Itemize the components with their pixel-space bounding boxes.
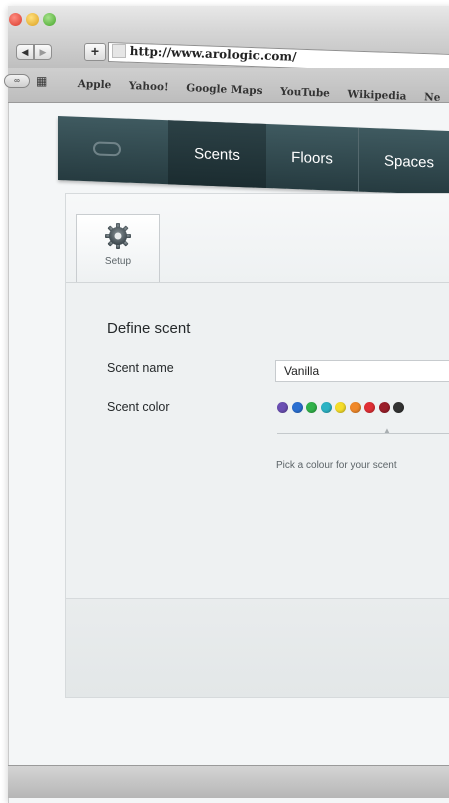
browser-bottom-bar xyxy=(8,765,449,798)
bookmark-youtube[interactable]: YouTube xyxy=(280,86,330,100)
app-logo[interactable] xyxy=(58,116,168,184)
color-picker-rule xyxy=(277,433,449,434)
bookmark-yahoo[interactable]: Yahoo! xyxy=(129,80,169,94)
color-swatch-1[interactable] xyxy=(277,402,288,413)
top-sites-icon[interactable]: ▦ xyxy=(36,75,47,87)
back-arrow-icon: ◀ xyxy=(21,47,29,57)
close-window-button[interactable] xyxy=(9,13,22,26)
color-swatch-list xyxy=(277,400,408,418)
panel-footer-area xyxy=(66,599,449,697)
bookmark-wikipedia[interactable]: Wikipedia xyxy=(347,88,406,102)
setup-tab[interactable]: Setup xyxy=(76,214,160,282)
tab-scents[interactable]: Scents xyxy=(168,120,266,188)
section-title: Define scent xyxy=(107,320,191,337)
gear-icon xyxy=(105,223,131,249)
color-swatch-9[interactable] xyxy=(393,402,404,413)
plus-icon: + xyxy=(90,43,100,59)
minimize-window-button[interactable] xyxy=(26,13,39,26)
logo-infinity-icon xyxy=(93,141,121,157)
zoom-window-button[interactable] xyxy=(43,13,56,26)
setup-tab-label: Setup xyxy=(104,256,132,267)
back-button[interactable]: ◀ xyxy=(16,44,34,60)
color-swatch-5[interactable] xyxy=(335,402,346,413)
scent-name-input[interactable] xyxy=(275,360,449,382)
scent-name-label: Scent name xyxy=(107,361,174,375)
color-swatch-7[interactable] xyxy=(364,402,375,413)
color-pointer-icon: ▲ xyxy=(383,426,391,435)
panel-tab-strip: Setup xyxy=(66,194,449,283)
color-swatch-6[interactable] xyxy=(349,402,361,413)
color-hint: Pick a colour for your scent xyxy=(276,460,397,471)
reading-list-icon: ∞ xyxy=(14,76,20,85)
color-swatch-4[interactable] xyxy=(320,402,332,413)
add-bookmark-button[interactable]: + xyxy=(84,43,106,61)
bookmark-apple[interactable]: Apple xyxy=(78,78,112,91)
scent-color-label: Scent color xyxy=(107,400,170,414)
tab-floors[interactable]: Floors xyxy=(266,124,358,192)
forward-arrow-icon: ▶ xyxy=(39,47,47,57)
color-swatch-2[interactable] xyxy=(291,402,303,413)
tab-spaces[interactable]: Spaces xyxy=(358,127,449,196)
site-favicon-icon xyxy=(112,44,126,58)
color-swatch-3[interactable] xyxy=(306,402,317,413)
forward-button[interactable]: ▶ xyxy=(34,44,52,60)
color-swatch-8[interactable] xyxy=(378,402,390,413)
reading-list-button[interactable]: ∞ xyxy=(4,74,30,88)
